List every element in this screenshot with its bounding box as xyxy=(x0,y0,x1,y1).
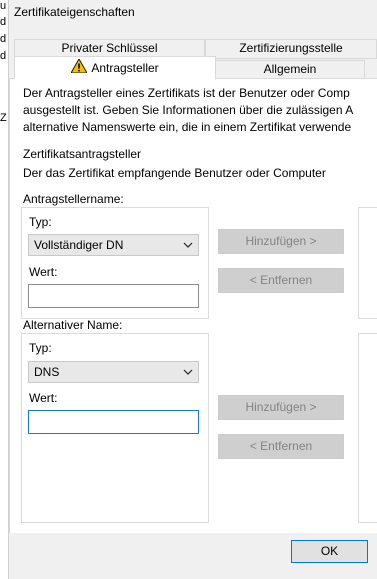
alternative-name-label: Alternativer Name: xyxy=(23,318,123,332)
ok-button[interactable]: OK xyxy=(291,540,368,563)
tab-label: Allgemein xyxy=(263,62,317,76)
edge-char: d xyxy=(0,16,7,28)
subject-name-label: Antragstellername: xyxy=(23,192,124,206)
alternative-remove-button[interactable]: < Entfernen xyxy=(218,434,344,459)
subject-type-value: Vollständiger DN xyxy=(34,238,124,252)
subject-add-button[interactable]: Hinzufügen > xyxy=(218,229,344,254)
tab-general[interactable]: Allgemein xyxy=(215,60,365,80)
tab-subject[interactable]: Antragsteller xyxy=(14,56,216,80)
description-line: Der Antragsteller eines Zertifikats ist … xyxy=(23,86,350,100)
subject-values-list[interactable] xyxy=(358,207,377,319)
alternative-value-field[interactable] xyxy=(28,410,199,434)
tab-certification-authority[interactable]: Zertifizierungsstelle xyxy=(205,39,377,59)
warning-icon xyxy=(70,57,89,80)
edge-char: d xyxy=(0,50,7,62)
subject-type-label: Typ: xyxy=(29,215,52,229)
tab-label: Zertifizierungsstelle xyxy=(239,41,343,55)
tab-label: Antragsteller xyxy=(91,61,159,75)
subject-type-select[interactable]: Vollständiger DN xyxy=(28,234,199,256)
tab-label: Privater Schlüssel xyxy=(61,41,158,55)
alternative-type-label: Typ: xyxy=(29,341,52,355)
subject-value-field[interactable] xyxy=(28,284,199,308)
alternative-values-list[interactable] xyxy=(358,333,377,523)
alternative-value-label: Wert: xyxy=(29,391,58,405)
alternative-add-button[interactable]: Hinzufügen > xyxy=(218,395,344,420)
subject-value-label: Wert: xyxy=(29,265,58,279)
chevron-down-icon xyxy=(183,239,193,253)
edge-char: u xyxy=(0,0,7,12)
window-title: Zertifikateigenschaften xyxy=(14,5,135,19)
section-subheading: Der das Zertifikat empfangende Benutzer … xyxy=(23,166,326,180)
description-line: alternative Namenswerte ein, die in eine… xyxy=(23,120,352,134)
alternative-type-select[interactable]: DNS xyxy=(28,361,199,383)
edge-char: Z xyxy=(0,112,7,124)
chevron-down-icon xyxy=(183,366,193,380)
subject-remove-button[interactable]: < Entfernen xyxy=(218,268,344,293)
alternative-type-value: DNS xyxy=(34,365,60,379)
edge-char: d xyxy=(0,33,7,45)
description-line: ausgestellt ist. Geben Sie Informationen… xyxy=(23,103,354,117)
section-heading: Zertifikatsantragsteller xyxy=(23,147,142,161)
